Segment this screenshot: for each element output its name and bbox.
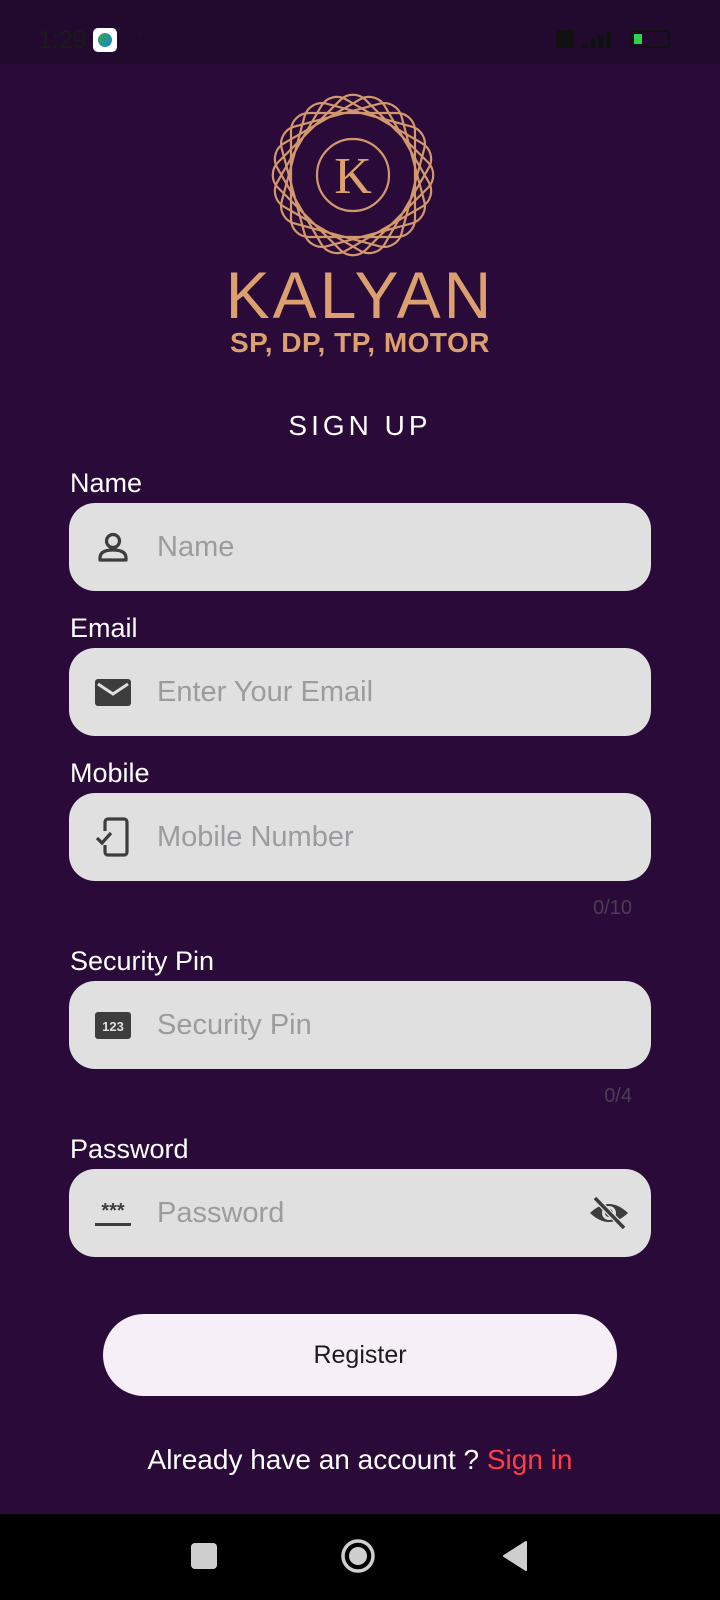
name-label: Name [70, 468, 143, 498]
mobile-label: Mobile [70, 758, 150, 788]
person-icon [98, 532, 128, 562]
visibility-off-icon[interactable] [587, 1193, 631, 1233]
signin-prompt: Already have an account ? [147, 1444, 487, 1475]
signin-link[interactable]: Sign in [487, 1444, 573, 1475]
email-label: Email [70, 613, 138, 643]
page-title: SIGN UP [288, 410, 432, 441]
password-label: Password [70, 1134, 189, 1164]
more-notifications-icon: ·· [134, 28, 148, 50]
pin-123-icon: 123 [95, 1012, 131, 1039]
security-pin-input[interactable] [157, 981, 597, 1069]
battery-icon [630, 30, 670, 48]
vibrate-icon [556, 30, 574, 48]
brand-subtitle: SP, DP, TP, MOTOR [229, 327, 491, 358]
name-input[interactable] [157, 503, 597, 591]
logo-letter: K [334, 148, 372, 205]
phone-check-icon [95, 817, 129, 857]
name-field-container[interactable] [69, 503, 651, 591]
security-pin-counter: 0/4 [604, 1085, 632, 1107]
home-button[interactable] [340, 1538, 376, 1574]
status-icons [556, 30, 670, 48]
register-button[interactable]: Register [103, 1314, 617, 1396]
recents-button[interactable] [191, 1543, 217, 1569]
back-button[interactable] [500, 1539, 530, 1573]
mobile-field-container[interactable] [69, 793, 651, 881]
mail-icon [95, 679, 131, 706]
status-time: 1:29 [38, 26, 87, 54]
password-field-container[interactable]: *** [69, 1169, 651, 1257]
password-input[interactable] [157, 1169, 597, 1257]
email-field-container[interactable] [69, 648, 651, 736]
mobile-input[interactable] [157, 793, 597, 881]
signin-row: Already have an account ? Sign in [0, 1444, 720, 1476]
signal-icon [582, 30, 622, 48]
security-pin-label: Security Pin [70, 946, 215, 976]
password-icon: *** [95, 1200, 131, 1226]
svg-text:***: *** [101, 1200, 125, 1222]
email-input[interactable] [157, 648, 597, 736]
svg-text:123: 123 [102, 1019, 124, 1034]
mobile-counter: 0/10 [593, 897, 632, 919]
brand-name: KALYAN [225, 258, 495, 332]
app-notification-icon [93, 28, 117, 52]
security-pin-field-container[interactable]: 123 [69, 981, 651, 1069]
status-bar: 1:29 ·· [0, 0, 720, 64]
